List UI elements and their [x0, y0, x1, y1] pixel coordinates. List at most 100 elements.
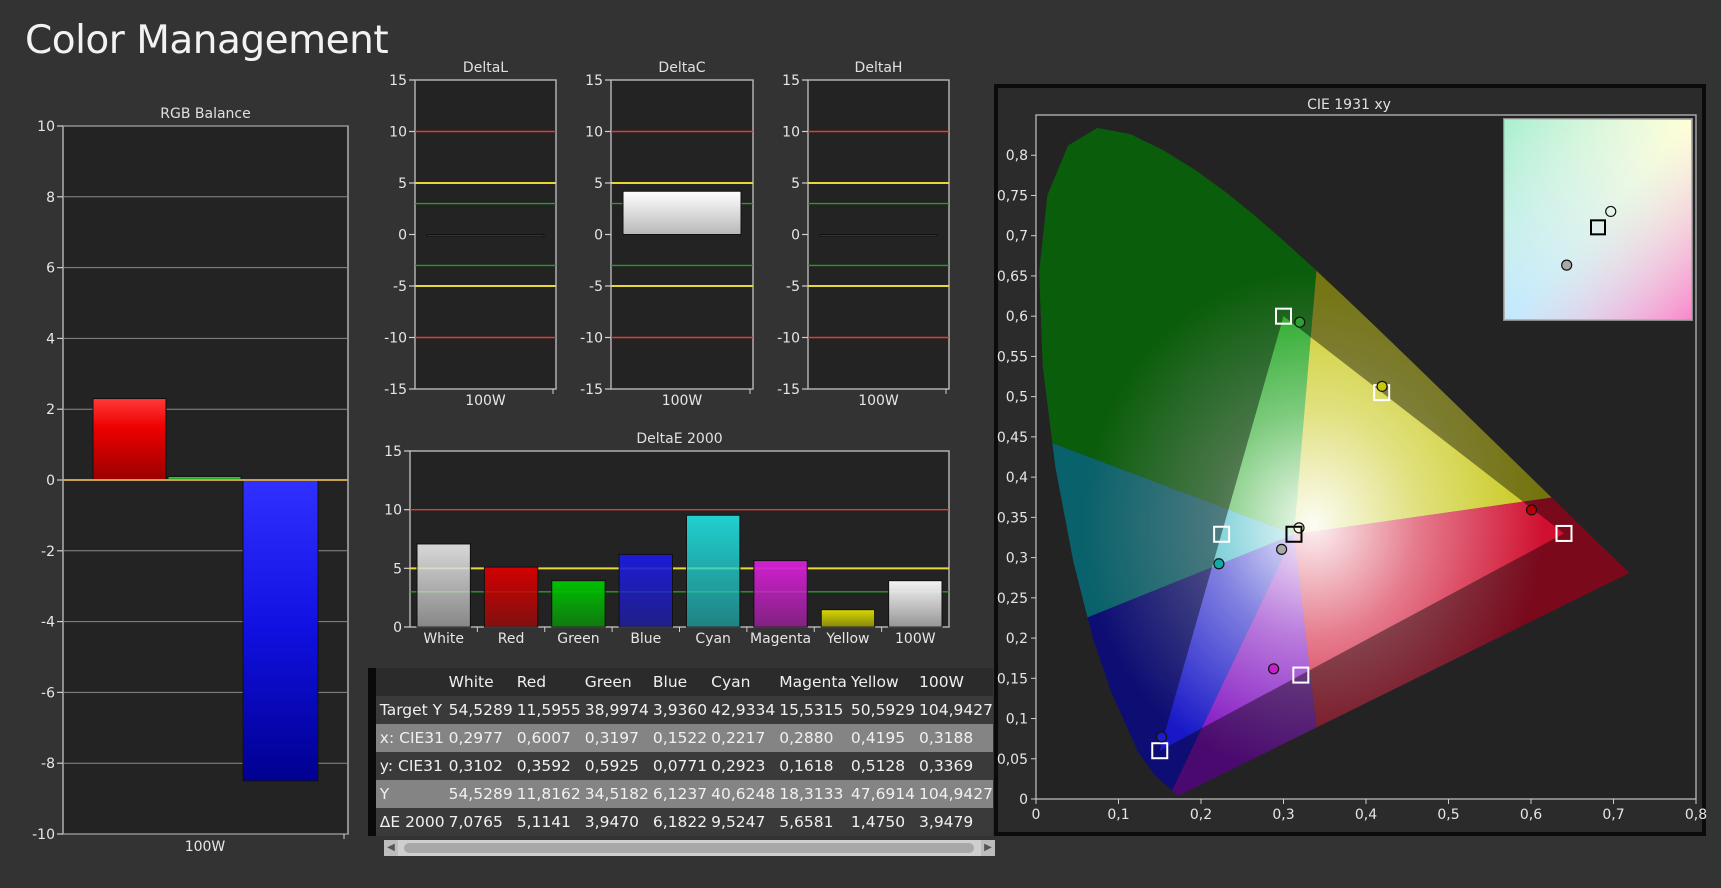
table-cell: 0,3102 [444, 752, 513, 780]
table-cell: 50,5929 [846, 696, 916, 724]
table-cell: 0,2217 [707, 724, 776, 752]
table-cell: 11,5955 [512, 696, 581, 724]
measurement-table: White Red Green Blue Cyan Magenta Yellow 100W Ta… [368, 668, 993, 836]
cie-inset-measured [1561, 259, 1573, 271]
dc-ytick-label: 10 [585, 125, 603, 141]
table-cell: 9,5247 [707, 808, 776, 836]
table-cell: 34,5182 [580, 780, 649, 808]
dh-ytick-label: -15 [777, 382, 800, 398]
table-horizontal-scrollbar[interactable]: ◀ ▶ [384, 840, 995, 856]
dc-xtick-label: 100W [662, 393, 703, 409]
table-cell: Cyan [707, 668, 776, 696]
table-cell: 47,6914 [846, 780, 916, 808]
cie-ytick-label: 0,2 [1006, 631, 1028, 647]
dh-ytick-label: -5 [786, 279, 800, 295]
cie-ytick-label: 0,65 [997, 269, 1028, 285]
cie-ytick-label: 0,4 [1006, 470, 1028, 486]
dh-ytick-label: 0 [791, 228, 800, 244]
de-xtick-label: 100W [895, 631, 936, 647]
table-cell: 11,8162 [512, 780, 581, 808]
de-bar-100w [888, 580, 943, 628]
dh-ytick-label: 10 [782, 125, 800, 141]
de-bar-red [483, 566, 539, 628]
dh-chart-title: DeltaH [855, 60, 903, 76]
table-cell: 0,5128 [846, 752, 916, 780]
table-cell: 104,9427 [915, 696, 993, 724]
cie-xtick-label: 0,1 [1107, 807, 1129, 823]
table-cell: 0,2923 [707, 752, 776, 780]
table-cell: 5,6581 [775, 808, 847, 836]
dl-bar [426, 234, 545, 237]
table-cell: 6,1822 [648, 808, 708, 836]
row-marker [368, 696, 376, 724]
table-cell: Red [512, 668, 581, 696]
table-cell: 42,9334 [707, 696, 776, 724]
table-cell: 18,3133 [775, 780, 847, 808]
cie-measured-white [1276, 543, 1288, 555]
table-row: Target Y 54,5289 11,5955 38,9974 3,9360 42,93… [368, 696, 993, 724]
table-cell: 100W [915, 668, 993, 696]
cie-ytick-label: 0,45 [997, 430, 1028, 446]
dc-ytick-label: -5 [589, 279, 603, 295]
rgb-ytick-label: -8 [41, 756, 55, 772]
dl-ytick-label: 0 [398, 228, 407, 244]
cie-chart-title: CIE 1931 xy [1307, 97, 1391, 113]
de-xtick-label: Yellow [825, 631, 869, 647]
cie-ytick-label: 0,55 [997, 349, 1028, 365]
table-cell: 3,9470 [580, 808, 649, 836]
de-bar-green [551, 580, 606, 628]
scroll-left-icon[interactable]: ◀ [384, 840, 398, 856]
rgb-bar-red [92, 398, 167, 481]
table-cell: 0,1522 [648, 724, 708, 752]
cie-ytick-label: 0,6 [1006, 309, 1028, 325]
cie-ytick-label: 0,3 [1006, 551, 1028, 567]
de-ytick-label: 15 [384, 444, 402, 460]
table-cell: 0,1618 [775, 752, 847, 780]
table-cell: 0,3592 [512, 752, 581, 780]
rgb-ytick-label: 10 [37, 119, 55, 135]
row-marker [368, 780, 376, 808]
cie-ytick-label: 0,35 [997, 510, 1028, 526]
de-xtick-label: Blue [630, 631, 661, 647]
table-cell: Green [580, 668, 649, 696]
de-bar-white [416, 543, 471, 628]
rgb-ytick-label: -4 [41, 615, 55, 631]
dc-bar [622, 190, 742, 236]
table-row: ΔE 2000 7,0765 5,1141 3,9470 6,1822 9,5247 5,6… [368, 808, 993, 836]
dl-chart-title: DeltaL [463, 60, 508, 76]
cie-xtick-label: 0,8 [1685, 807, 1707, 823]
dc-ytick-label: -10 [580, 331, 603, 347]
cie-xtick-label: 0,6 [1520, 807, 1542, 823]
table-cell: 54,5289 [444, 696, 513, 724]
table-cell: Magenta [775, 668, 847, 696]
table-cell: 0,3369 [915, 752, 993, 780]
table-cell: 0,3188 [915, 724, 993, 752]
row-label [375, 668, 445, 696]
cie-ytick-label: 0,15 [997, 671, 1028, 687]
de-xtick-label: Cyan [695, 631, 731, 647]
table-cell: 6,1237 [648, 780, 708, 808]
dc-ytick-label: 0 [594, 228, 603, 244]
cie-xtick-label: 0,5 [1437, 807, 1459, 823]
cie-xtick-label: 0,4 [1355, 807, 1377, 823]
row-marker [368, 668, 376, 696]
scrollbar-thumb[interactable] [404, 843, 974, 853]
cie-measured-magenta [1267, 663, 1280, 675]
table-cell: 54,5289 [444, 780, 513, 808]
rgb-xtick-label: 100W [185, 839, 226, 855]
cie-measured-blue [1155, 731, 1168, 743]
de-xtick-label: Red [498, 631, 525, 647]
table-cell: 3,9479 [915, 808, 993, 836]
dl-ytick-label: -15 [384, 382, 407, 398]
dh-xtick-label: 100W [858, 393, 899, 409]
rgb-ytick-label: -10 [32, 827, 55, 843]
table-header-row: White Red Green Blue Cyan Magenta Yellow 100W [368, 668, 993, 696]
table-cell: 0,6007 [512, 724, 581, 752]
rgb-ytick-label: -2 [41, 544, 55, 560]
rgb-bar-blue [242, 479, 319, 782]
scroll-right-icon[interactable]: ▶ [981, 840, 995, 856]
dl-ytick-label: 5 [398, 176, 407, 192]
cie-ytick-label: 0,25 [997, 591, 1028, 607]
cie-measured-green [1294, 316, 1306, 328]
dl-ytick-label: 15 [389, 73, 407, 89]
